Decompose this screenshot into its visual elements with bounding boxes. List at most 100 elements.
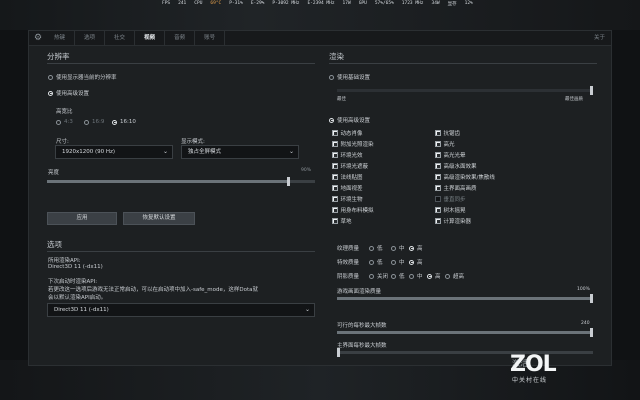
size-select-value: 1920x1200 (90 Hz) [62, 149, 116, 155]
checkbox-label: 主界面高画质 [443, 186, 477, 192]
checkbox-icon [435, 141, 441, 147]
render-option-checkbox[interactable]: 高光光晕 [435, 151, 466, 159]
tab-video[interactable]: 视频 [135, 30, 166, 46]
use-basic-settings-radio[interactable]: 使用基础设置 [329, 73, 370, 81]
radio-label: 16:10 [120, 119, 136, 125]
texture-quality-high-radio[interactable]: 高 [409, 244, 423, 252]
shadow-quality-high-radio[interactable]: 高 [427, 272, 441, 280]
render-option-checkbox[interactable]: 附加光照渲染 [332, 140, 374, 148]
render-option-checkbox[interactable]: 环境光效 [332, 151, 363, 159]
tab-audio[interactable]: 音频 [165, 30, 196, 46]
basic-quality-slider[interactable] [337, 86, 593, 95]
chevron-down-icon: ⌄ [304, 306, 310, 313]
aspect-16-9-radio[interactable]: 16:9 [84, 119, 104, 125]
radio-icon [391, 245, 396, 251]
options-title: 选项 [47, 240, 62, 249]
next-api-select[interactable]: Direct3D 11 (-dx11) ⌄ [47, 303, 315, 317]
effects-quality-low-radio[interactable]: 低 [369, 258, 383, 266]
render-option-checkbox[interactable]: 草地 [332, 217, 352, 225]
effects-quality-mid-radio[interactable]: 中 [391, 258, 405, 266]
render-option-checkbox[interactable]: 垂直同步 [435, 195, 466, 203]
render-option-checkbox[interactable]: 抗锯齿 [435, 129, 460, 137]
shadow-quality-mid-radio[interactable]: 中 [409, 272, 423, 280]
texture-quality-label: 纹理质量 [337, 246, 360, 252]
tab-hotkeys[interactable]: 热键 [45, 30, 76, 46]
shadow-quality-ultra-radio[interactable]: 超高 [445, 272, 464, 280]
checkbox-label: 用身布料模拟 [340, 208, 374, 214]
checkbox-icon [332, 174, 338, 180]
basic-quality-max-label: 最佳画质 [565, 97, 583, 102]
render-option-checkbox[interactable]: 环境生物 [332, 195, 363, 203]
render-option-checkbox[interactable]: 高级水面效果 [435, 162, 477, 170]
effects-quality-high-radio[interactable]: 高 [409, 258, 423, 266]
radio-icon [369, 245, 374, 251]
shadow-quality-low-radio[interactable]: 低 [391, 272, 405, 280]
brightness-slider[interactable] [47, 177, 315, 186]
checkbox-label: 高级渲染效果/焦散线 [443, 175, 495, 181]
osd-item: 34W [431, 1, 440, 6]
checkbox-icon [435, 218, 441, 224]
next-api-label: 下次启动时渲染API: [48, 279, 98, 285]
size-label: 尺寸: [56, 139, 69, 145]
gear-icon[interactable]: ⚙ [31, 31, 45, 45]
checkbox-label: 抗锯齿 [443, 131, 461, 137]
render-option-checkbox[interactable]: 法线贴图 [332, 173, 363, 181]
radio-label: 使用高级设置 [56, 91, 90, 97]
screen-render-quality-slider[interactable] [337, 294, 593, 303]
use-desktop-resolution-radio[interactable]: 使用显示器当前的分辨率 [48, 73, 117, 81]
slider-thumb[interactable] [590, 86, 593, 95]
render-option-checkbox[interactable]: 主界面高画质 [435, 184, 477, 192]
shadow-quality-off-radio[interactable]: 关闭 [369, 272, 388, 280]
osd-item: FPS [162, 1, 171, 6]
render-option-checkbox[interactable]: 动态肖像 [332, 129, 363, 137]
tab-account[interactable]: 账号 [195, 30, 226, 46]
use-advanced-render-radio[interactable]: 使用高级设置 [329, 116, 370, 124]
texture-quality-mid-radio[interactable]: 中 [391, 244, 405, 252]
texture-quality-low-radio[interactable]: 低 [369, 244, 383, 252]
reset-defaults-button[interactable]: 恢复默认设置 [123, 212, 195, 225]
radio-icon [112, 119, 117, 125]
about-button[interactable]: 关于 [594, 31, 605, 46]
display-mode-select[interactable]: 独占全屏模式 ⌄ [181, 145, 299, 159]
checkbox-icon [332, 130, 338, 136]
osd-item: 1723 MHz [401, 1, 424, 6]
render-option-checkbox[interactable]: 树木摇晃 [435, 206, 466, 214]
checkbox-icon [435, 207, 441, 213]
slider-thumb[interactable] [337, 348, 340, 357]
radio-icon [329, 117, 334, 123]
render-title: 渲染 [329, 52, 344, 61]
tab-social[interactable]: 社交 [105, 30, 136, 46]
tab-options[interactable]: 选项 [75, 30, 106, 46]
chevron-down-icon: ⌄ [288, 148, 294, 155]
aspect-16-10-radio[interactable]: 16:10 [112, 119, 136, 125]
render-option-checkbox[interactable]: 地面视差 [332, 184, 363, 192]
osd-item: 显存 [447, 2, 457, 7]
osd-item: CPU [194, 1, 203, 6]
slider-thumb[interactable] [590, 328, 593, 337]
render-option-checkbox[interactable]: 用身布料模拟 [332, 206, 374, 214]
max-fps-slider[interactable] [337, 328, 593, 337]
size-select[interactable]: 1920x1200 (90 Hz) ⌄ [55, 145, 173, 159]
slider-thumb[interactable] [287, 177, 290, 186]
render-option-checkbox[interactable]: 计算渲染器 [435, 217, 471, 225]
render-option-checkbox[interactable]: 高级渲染效果/焦散线 [435, 173, 495, 181]
render-option-checkbox[interactable]: 环境光遮蔽 [332, 162, 368, 170]
checkbox-icon [332, 207, 338, 213]
use-advanced-resolution-radio[interactable]: 使用高级设置 [48, 89, 89, 97]
settings-tabbar: ⚙ 热键 选项 社交 视频 音频 账号 关于 [29, 30, 611, 46]
max-fps-value: 240 [581, 321, 590, 326]
checkbox-label: 高光 [443, 142, 455, 148]
aspect-4-3-radio[interactable]: 4:3 [56, 119, 73, 125]
zol-logo: ZOL [510, 352, 557, 377]
radio-icon [369, 259, 374, 265]
chevron-down-icon: ⌄ [162, 148, 168, 155]
checkbox-label: 高光光晕 [443, 153, 466, 159]
slider-thumb[interactable] [590, 294, 593, 303]
render-api-label: 所用渲染API: [48, 258, 81, 264]
radio-label: 高 [417, 260, 423, 266]
checkbox-icon [435, 174, 441, 180]
render-option-checkbox[interactable]: 高光 [435, 140, 455, 148]
osd-item: E-2394 MHz [307, 1, 335, 6]
apply-button[interactable]: 应用 [47, 212, 117, 225]
next-api-select-value: Direct3D 11 (-dx11) [54, 307, 109, 313]
